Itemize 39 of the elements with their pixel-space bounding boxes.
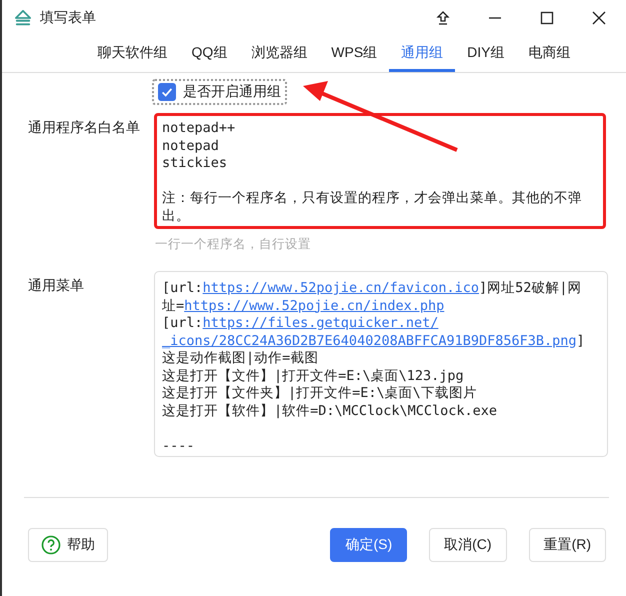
- field-label: 通用程序名白名单: [28, 118, 141, 137]
- tab[interactable]: QQ组: [179, 36, 240, 72]
- dialog-button[interactable]: 取消(C): [429, 528, 507, 562]
- menu-text: 这是打开【软件】|软件=D:\MCClock\MCClock.exe: [162, 402, 498, 418]
- field-label: 通用菜单: [28, 276, 85, 295]
- menu-text: ]: [576, 332, 585, 348]
- tab[interactable]: 通用组: [389, 36, 456, 72]
- menu-text: ]网址52破解|网: [478, 280, 582, 296]
- tab[interactable]: 浏览器组: [239, 36, 320, 72]
- tab[interactable]: 电商组: [516, 36, 582, 72]
- whitelist-field[interactable]: notepad++ notepad stickies 注：每行一个程序名，只有设置的程序，才会弹出菜单。其他的不弹出。: [154, 113, 606, 229]
- close-icon: [591, 10, 607, 26]
- help-icon: [41, 535, 61, 555]
- menu-text: [url:: [162, 315, 203, 331]
- help-button[interactable]: 帮助: [28, 528, 108, 562]
- confirm-button[interactable]: 确定(S): [330, 528, 408, 562]
- tab[interactable]: DIY组: [455, 36, 516, 72]
- url-link[interactable]: https://www.52pojie.cn/index.php: [184, 298, 444, 314]
- window-title: 填写表单: [40, 9, 96, 27]
- url-link[interactable]: https://www.52pojie.cn/favicon.ico: [202, 280, 479, 296]
- maximize-icon: [539, 10, 555, 26]
- menu-text: 这是打开【文件夹】|打开文件=E:\桌面\下载图片: [162, 385, 477, 401]
- url-link[interactable]: _icons/28CC24A36D2B7E64040208ABFFCA91B9DF856F3B.png: [162, 332, 577, 348]
- tab[interactable]: 聊天软件组: [85, 36, 180, 72]
- menu-text: 这是打开【文件】|打开文件=E:\桌面\123.jpg: [162, 368, 464, 384]
- menu-text: 址=: [162, 298, 184, 314]
- tab[interactable]: WPS组: [319, 36, 390, 72]
- field-hint: 一行一个程序名，自行设置: [155, 236, 312, 253]
- checkbox-icon[interactable]: [158, 83, 176, 101]
- minimize-icon: [489, 17, 501, 19]
- app-logo-icon: [14, 10, 32, 26]
- menu-text: [url:: [162, 280, 203, 296]
- menu-text: 这是动作截图|动作=截图: [162, 350, 318, 366]
- pin-icon: [435, 10, 451, 26]
- enable-checkbox[interactable]: 是否开启通用组: [152, 79, 287, 105]
- menu-field[interactable]: [154, 271, 608, 457]
- menu-text: ----: [162, 438, 195, 454]
- url-link[interactable]: https://files.getquicker.net/: [202, 315, 438, 331]
- dialog-button[interactable]: 重置(R): [528, 528, 606, 562]
